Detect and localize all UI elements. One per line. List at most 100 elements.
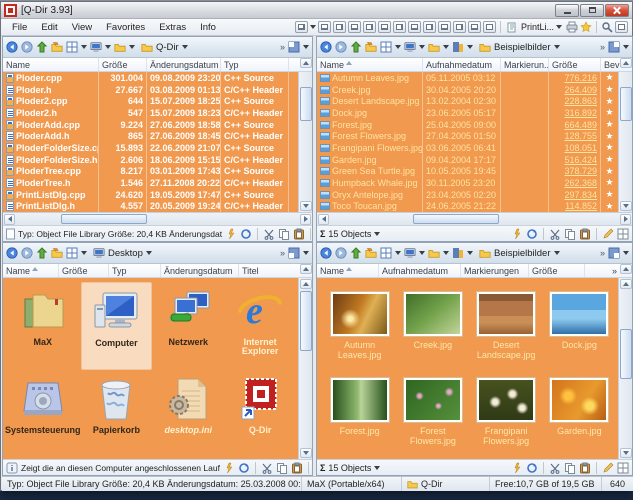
refresh-icon[interactable] (526, 228, 538, 240)
forward-icon[interactable] (335, 247, 347, 259)
file-row[interactable]: Forest Flowers.jpg27.04.2005 01:50128.75… (317, 130, 618, 142)
scrollbar-thumb[interactable] (300, 87, 312, 121)
scrollbar-thumb[interactable] (620, 87, 632, 121)
thumbnail-item[interactable]: Creek.jpg (396, 286, 469, 372)
view-mode-icon[interactable] (617, 228, 629, 240)
file-row[interactable]: Ploder.h27.66703.08.2009 01:13C/C++ Head… (3, 84, 298, 96)
chevron-down-icon[interactable] (303, 251, 309, 255)
column-header-capture-date[interactable]: Aufnahmedatum (379, 264, 461, 277)
file-row[interactable]: Toco Toucan.jpg24.06.2005 21:22114.852★ (317, 200, 618, 212)
file-row[interactable]: Humpback Whale.jpg30.11.2005 23:20262.36… (317, 177, 618, 189)
menu-favorites[interactable]: Favorites (99, 21, 152, 34)
scroll-left-button[interactable] (4, 214, 15, 225)
chevron-down-icon[interactable] (81, 251, 87, 255)
view-grid-icon[interactable] (66, 247, 78, 259)
thumbnail-item[interactable]: Autumn Leaves.jpg (323, 286, 396, 372)
file-row[interactable]: PloderTree.h1.54627.11.2008 20:22C/C++ H… (3, 177, 298, 189)
chevron-down-icon[interactable] (303, 45, 309, 49)
scroll-down-button[interactable] (300, 201, 312, 211)
file-row[interactable]: Ploder.cpp301.00409.08.2009 23:20C++ Sou… (3, 72, 298, 84)
desktop-item-systemsteuerung[interactable]: Systemsteuerung (5, 370, 81, 458)
file-row[interactable]: Autumn Leaves.jpg05.11.2005 03:12776.216… (317, 72, 618, 84)
rename-pencil-icon[interactable] (602, 228, 614, 240)
cut-icon[interactable] (263, 228, 275, 240)
layout-preset-button[interactable] (453, 21, 466, 33)
chevron-down-icon[interactable] (395, 45, 401, 49)
layout-preset-button[interactable] (423, 21, 436, 33)
layout-preset-button[interactable] (333, 21, 346, 33)
menu-extras[interactable]: Extras (152, 21, 193, 34)
pane-select-icon[interactable] (288, 41, 300, 53)
column-header-capture-date[interactable]: Aufnahmedatum (423, 58, 501, 71)
filter-icon[interactable] (223, 462, 235, 474)
layout-preset-button[interactable] (438, 21, 451, 33)
chevron-down-icon[interactable] (467, 45, 473, 49)
media-dropdown-icon[interactable] (452, 247, 464, 259)
scroll-up-button[interactable] (300, 279, 312, 289)
column-header-size[interactable]: Größe (59, 264, 109, 277)
scroll-down-button[interactable] (620, 448, 632, 458)
column-header-markings[interactable]: Markierungen (461, 264, 529, 277)
cut-icon[interactable] (261, 462, 273, 474)
chevron-down-icon[interactable] (129, 45, 135, 49)
menu-edit[interactable]: Edit (34, 21, 64, 34)
breadcrumb[interactable]: Beispielbilder (476, 41, 563, 53)
folder-dropdown-icon[interactable] (114, 41, 126, 53)
scroll-down-button[interactable] (620, 201, 632, 211)
view-grid-icon[interactable] (66, 41, 78, 53)
forward-icon[interactable] (21, 41, 33, 53)
refresh-icon[interactable] (526, 462, 538, 474)
filter-icon[interactable] (225, 228, 237, 240)
file-row[interactable]: PrintListDlg.cpp24.62019.05.2009 17:47C+… (3, 189, 298, 201)
column-header-name[interactable]: Name (3, 58, 99, 71)
layout-preset-button[interactable] (393, 21, 406, 33)
pane-select-icon[interactable] (288, 247, 300, 259)
thumbnail-item[interactable]: Forest Flowers.jpg (396, 372, 469, 458)
file-row[interactable]: Forest.jpg25.04.2005 09:00664.489★ (317, 119, 618, 131)
file-row[interactable]: Desert Landscape.jpg13.02.2004 02:30228.… (317, 95, 618, 107)
desktop-item-papierkorb[interactable]: Papierkorb (81, 370, 153, 458)
scrollbar-thumb[interactable] (61, 214, 147, 224)
desktop-item-desktop-ini[interactable]: desktop.ini (152, 370, 224, 458)
column-header-date[interactable]: Änderungsdatum (161, 264, 239, 277)
up-icon[interactable] (36, 247, 48, 259)
file-row[interactable]: Frangipani Flowers.jpg03.06.2005 06:4110… (317, 142, 618, 154)
folder-pair-icon[interactable] (365, 247, 377, 259)
paste-icon[interactable] (579, 462, 591, 474)
scroll-left-button[interactable] (318, 214, 329, 225)
menu-info[interactable]: Info (193, 21, 223, 34)
file-row[interactable]: Garden.jpg09.04.2004 17:17516.424★ (317, 154, 618, 166)
column-header-overflow[interactable]: » (585, 264, 620, 277)
view-grid-icon[interactable] (380, 41, 392, 53)
computer-icon[interactable] (404, 247, 416, 259)
desktop-item-internet-explorer[interactable]: e Internet Explorer (224, 282, 296, 370)
layout-preset-button[interactable] (363, 21, 376, 33)
vertical-scrollbar[interactable] (618, 72, 632, 212)
breadcrumb[interactable]: Beispielbilder (476, 247, 563, 259)
layout-preset-button[interactable] (378, 21, 391, 33)
chevron-down-icon[interactable] (419, 251, 425, 255)
file-row[interactable]: Oryx Antelope.jpg23.04.2005 02:20297.834… (317, 189, 618, 201)
magnifier-icon[interactable] (601, 21, 613, 33)
copy-icon[interactable] (278, 228, 290, 240)
forward-icon[interactable] (335, 41, 347, 53)
file-row[interactable]: Green Sea Turtle.jpg10.05.2005 19:45378.… (317, 165, 618, 177)
column-header-name[interactable]: Name (317, 58, 423, 71)
maximize-button[interactable] (580, 4, 604, 17)
media-dropdown-icon[interactable] (452, 41, 464, 53)
view-mode-icon[interactable] (617, 462, 629, 474)
folder-pair-icon[interactable] (365, 41, 377, 53)
column-header-name[interactable]: Name (317, 264, 379, 277)
copy-icon[interactable] (564, 462, 576, 474)
folder-dropdown-icon[interactable] (428, 247, 440, 259)
forward-icon[interactable] (21, 247, 33, 259)
file-row[interactable]: PloderFolderSize.cpp15.89322.06.2009 21:… (3, 142, 298, 154)
refresh-icon[interactable] (240, 228, 252, 240)
file-row[interactable]: Creek.jpg30.04.2005 20:20264.409★ (317, 84, 618, 96)
vertical-scrollbar[interactable] (618, 278, 632, 459)
scroll-up-button[interactable] (620, 264, 632, 274)
chevron-down-icon[interactable] (443, 45, 449, 49)
chevron-down-icon[interactable] (467, 251, 473, 255)
back-icon[interactable] (6, 247, 18, 259)
menu-view[interactable]: View (65, 21, 99, 34)
